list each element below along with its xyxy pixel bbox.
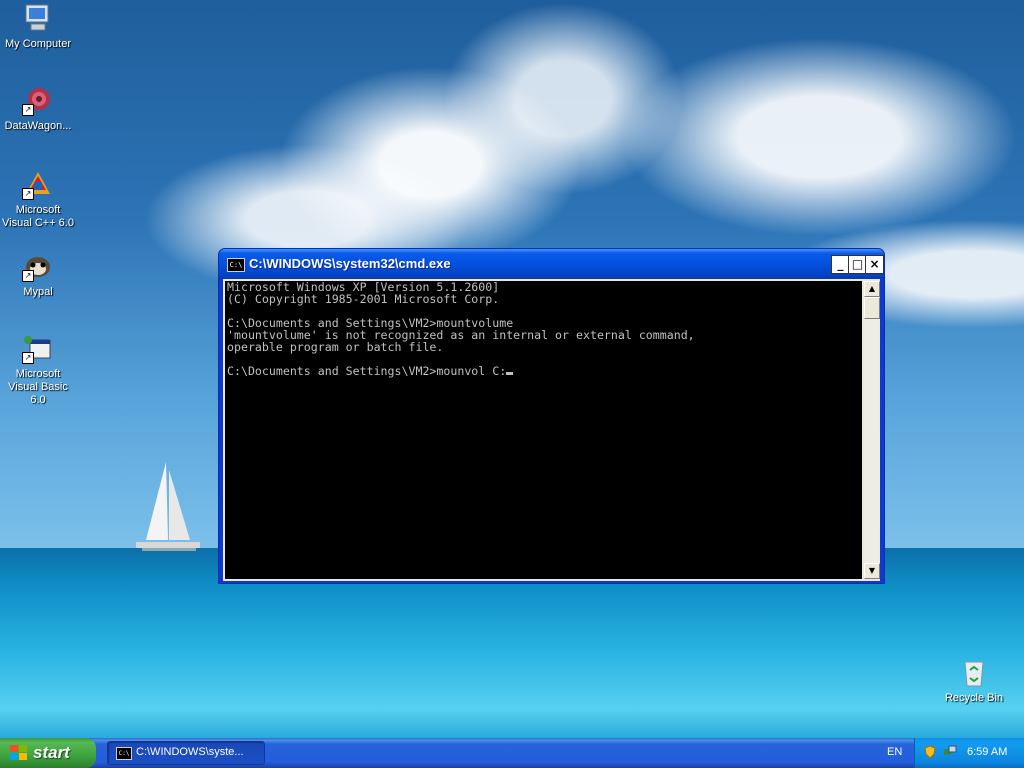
console-input[interactable]: C:\Documents and Settings\VM2>mounvol C: xyxy=(227,364,506,378)
console-line: (C) Copyright 1985-2001 Microsoft Corp. xyxy=(227,292,500,306)
language-indicator[interactable]: EN xyxy=(887,746,902,758)
desktop-icon-visual-basic[interactable]: ↗ Microsoft Visual Basic 6.0 xyxy=(0,332,76,407)
desktop-icon-label: Mypal xyxy=(23,286,53,298)
desktop-icon-visual-cpp[interactable]: ↗ Microsoft Visual C++ 6.0 xyxy=(0,168,76,230)
recycle-bin-icon xyxy=(958,656,990,688)
cmd-window[interactable]: C:\ C:\WINDOWS\system32\cmd.exe _ □ × Mi… xyxy=(218,248,885,584)
visual-basic-icon: ↗ xyxy=(22,332,54,364)
desktop-icon-label: Microsoft Visual C++ 6.0 xyxy=(2,204,74,229)
clock[interactable]: 6:59 AM xyxy=(967,746,1007,758)
taskbar-item-cmd[interactable]: C:\ C:\WINDOWS\syste... xyxy=(107,741,265,765)
system-tray: 6:59 AM xyxy=(914,738,1024,768)
mypal-icon: ↗ xyxy=(22,250,54,282)
cmd-icon: C:\ xyxy=(227,258,245,272)
cmd-icon: C:\ xyxy=(116,747,132,760)
security-shield-icon[interactable] xyxy=(923,745,937,759)
start-button[interactable]: start xyxy=(0,738,96,768)
desktop-icon-recycle-bin[interactable]: Recycle Bin xyxy=(936,656,1012,705)
scroll-thumb[interactable] xyxy=(864,297,880,319)
text-cursor xyxy=(506,372,514,375)
close-button[interactable]: × xyxy=(865,255,884,274)
vertical-scrollbar[interactable]: ▲ ▼ xyxy=(864,281,880,579)
desktop-icon-label: DataWagon... xyxy=(4,120,72,132)
desktop-icon-my-computer[interactable]: My Computer xyxy=(0,2,76,51)
desktop-icon-label: Microsoft Visual Basic 6.0 xyxy=(8,368,68,406)
console-line: operable program or batch file. xyxy=(227,340,444,354)
console-prompt-line[interactable]: C:\Documents and Settings\VM2>mounvol C: xyxy=(227,365,862,377)
taskbar-item-label: C:\WINDOWS\syste... xyxy=(136,746,244,758)
windows-logo-icon xyxy=(10,745,27,760)
console-output[interactable]: Microsoft Windows XP [Version 5.1.2600] … xyxy=(225,281,862,579)
shortcut-arrow-icon: ↗ xyxy=(22,188,34,200)
scroll-down-icon[interactable]: ▼ xyxy=(864,563,880,579)
console-frame: Microsoft Windows XP [Version 5.1.2600] … xyxy=(223,279,880,581)
shortcut-arrow-icon: ↗ xyxy=(22,352,34,364)
desktop-icon-label: Recycle Bin xyxy=(944,692,1004,704)
desktop-icon-label: My Computer xyxy=(4,38,72,50)
window-title: C:\WINDOWS\system32\cmd.exe xyxy=(249,256,451,271)
sailboat-illustration xyxy=(136,462,200,551)
taskbar: start C:\ C:\WINDOWS\syste... EN 6:59 AM xyxy=(0,738,1024,768)
visual-cpp-icon: ↗ xyxy=(22,168,54,200)
computer-icon xyxy=(22,2,54,34)
scroll-up-icon[interactable]: ▲ xyxy=(864,281,880,297)
desktop-icon-datawagon[interactable]: ↗ DataWagon... xyxy=(0,84,76,133)
shortcut-arrow-icon: ↗ xyxy=(22,104,34,116)
start-label: start xyxy=(33,743,70,762)
shortcut-arrow-icon: ↗ xyxy=(22,270,34,282)
desktop-icon-mypal[interactable]: ↗ Mypal xyxy=(0,250,76,299)
network-icon[interactable] xyxy=(943,745,957,759)
cmd-titlebar[interactable]: C:\ C:\WINDOWS\system32\cmd.exe _ □ × xyxy=(219,249,884,279)
datawagon-icon: ↗ xyxy=(22,84,54,116)
